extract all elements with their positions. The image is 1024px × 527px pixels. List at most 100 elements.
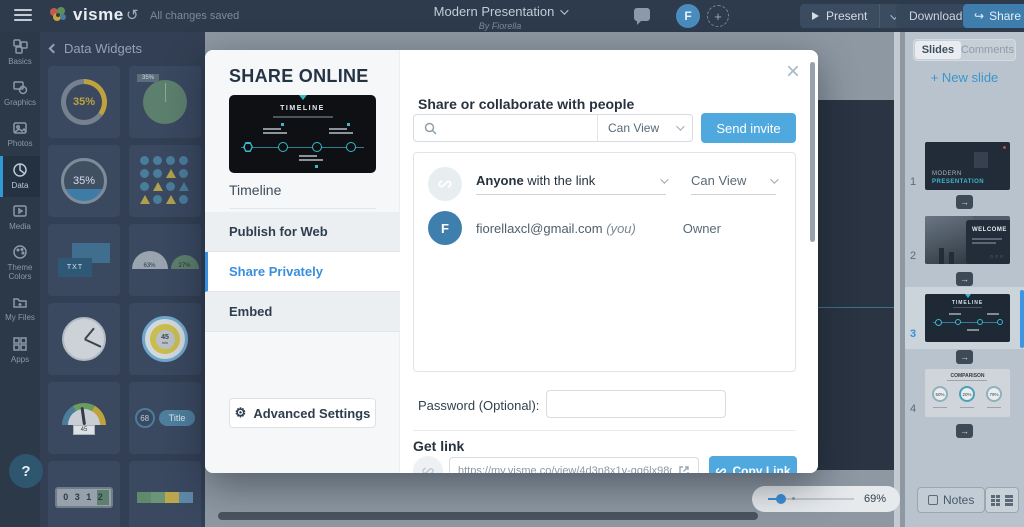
list-view-icon[interactable] — [1005, 495, 1013, 506]
app-window: visme ↺ All changes saved Modern Present… — [0, 0, 1024, 527]
tab-comments[interactable]: Comments — [961, 41, 1014, 59]
palette-icon — [12, 244, 28, 260]
document-title: Modern Presentation — [434, 4, 555, 19]
modal-scrollbar[interactable] — [810, 62, 815, 242]
external-link-icon[interactable] — [678, 465, 690, 473]
advanced-settings-button[interactable]: ⚙ Advanced Settings — [229, 398, 376, 428]
nav-publish-for-web[interactable]: Publish for Web — [205, 212, 400, 252]
modal-right-panel: × Share or collaborate with people Can V… — [401, 50, 818, 473]
invite-permission-select[interactable]: Can View — [597, 115, 692, 141]
widget-odometer[interactable]: 0 3 1 2 — [48, 461, 120, 527]
copy-link-button[interactable]: Copy Link — [709, 456, 797, 473]
user-avatar[interactable]: F — [676, 4, 700, 28]
document-title-menu[interactable]: Modern Presentation — [434, 4, 567, 19]
folder-icon — [12, 294, 28, 310]
tab-slides[interactable]: Slides — [915, 41, 961, 59]
project-preview-thumbnail: TIMELINE — [229, 95, 376, 173]
sidebar-item-my-files[interactable]: My Files — [0, 288, 40, 329]
canvas-slide[interactable] — [810, 100, 895, 470]
notes-icon — [928, 495, 938, 505]
help-button[interactable]: ? — [9, 454, 43, 488]
widget-number-badge[interactable]: 68 Title — [129, 382, 201, 454]
invite-input-group: Can View — [413, 114, 693, 142]
link-icon — [421, 464, 435, 473]
slide-transition-icon[interactable]: → — [956, 424, 973, 438]
close-icon[interactable]: × — [786, 60, 800, 84]
share-button[interactable]: ↪ Share — [963, 4, 1024, 28]
send-invite-button[interactable]: Send invite — [701, 113, 796, 143]
modal-left-panel: SHARE ONLINE TIMELINE Timeli — [205, 50, 400, 473]
widget-speedometer[interactable]: 45 — [48, 382, 120, 454]
widget-clock[interactable] — [48, 303, 120, 375]
widget-text-boxes[interactable]: TXT — [48, 224, 120, 296]
zoom-level: 69% — [864, 493, 886, 505]
slides-panel: Slides Comments + New slide 1 MODERN PRE… — [905, 32, 1024, 527]
sidebar-item-graphics[interactable]: Graphics — [0, 73, 40, 114]
owner-role: Owner — [683, 221, 721, 236]
sidebar-item-photos[interactable]: Photos — [0, 114, 40, 155]
zoom-control: 69% — [752, 486, 900, 512]
widget-donut-gauge[interactable]: 35% — [48, 66, 120, 138]
sidebar-item-apps[interactable]: Apps — [0, 330, 40, 371]
grid-view-icon[interactable] — [991, 495, 1000, 506]
blocks-icon — [12, 38, 28, 54]
chevron-down-icon — [660, 175, 668, 183]
canvas-vertical-scrollbar[interactable] — [894, 32, 900, 527]
sidebar-item-media[interactable]: Media — [0, 197, 40, 238]
search-icon — [424, 122, 437, 135]
photo-icon — [12, 120, 28, 136]
link-permission-dropdown[interactable]: Can View — [691, 173, 776, 195]
nav-embed[interactable]: Embed — [205, 292, 400, 332]
share-online-modal: SHARE ONLINE TIMELINE Timeli — [205, 50, 818, 473]
comments-icon[interactable] — [634, 8, 650, 21]
share-url-field[interactable]: https://my.visme.co/view/4d3n8x1y-qq6lx9… — [449, 457, 699, 473]
logo-text: visme — [73, 5, 124, 25]
share-heading: Share or collaborate with people — [418, 96, 634, 112]
slide-thumbnail-1[interactable]: MODERN PRESENTATION — [925, 142, 1010, 190]
slide-thumbnail-3-selected[interactable]: TIMELINE — [925, 294, 1010, 342]
widget-ring-timer[interactable]: 45min — [129, 303, 201, 375]
link-icon — [437, 176, 453, 192]
invite-email-input[interactable] — [444, 121, 564, 135]
slide-transition-icon[interactable]: → — [956, 272, 973, 286]
widget-segment-bar[interactable] — [129, 461, 201, 527]
document-author: By Fiorella — [400, 21, 600, 31]
slide-thumbnail-2[interactable]: WELCOME ○○○ — [925, 216, 1010, 264]
visme-logo[interactable]: visme — [48, 5, 124, 25]
back-chevron-icon — [49, 44, 59, 54]
slide-transition-icon[interactable]: → — [956, 350, 973, 364]
add-collaborator-button[interactable]: + — [707, 5, 729, 27]
widget-liquid-gauge[interactable]: 35% — [48, 145, 120, 217]
share-arrow-icon: ↪ — [974, 9, 984, 23]
view-toggle[interactable] — [985, 487, 1019, 513]
nav-share-privately[interactable]: Share Privately — [205, 252, 400, 292]
widget-pictograph[interactable] — [129, 145, 201, 217]
present-button[interactable]: Present — [800, 4, 880, 28]
password-input[interactable] — [546, 390, 726, 418]
apps-grid-icon — [12, 336, 28, 352]
left-sidebar: Basics Graphics Photos Data Media Theme … — [0, 32, 40, 527]
pie-chart-icon — [12, 162, 28, 178]
zoom-slider-handle[interactable] — [776, 494, 786, 504]
anyone-with-link-dropdown[interactable]: Anyone with the link — [476, 173, 666, 195]
new-slide-button[interactable]: + New slide — [905, 70, 1024, 85]
sidebar-item-basics[interactable]: Basics — [0, 32, 40, 73]
canvas-horizontal-scrollbar[interactable] — [218, 512, 758, 520]
present-button-group: Present — [800, 4, 906, 28]
slide-thumbnail-4[interactable]: COMPARISON 50% 20% 79% — [925, 369, 1010, 417]
menu-icon[interactable] — [14, 9, 32, 22]
data-widgets-panel: Data Widgets 35% 35% 35% TXT 63% 27% — [40, 32, 205, 527]
panel-tabs: Slides Comments — [913, 39, 1016, 61]
invite-search[interactable] — [414, 115, 597, 141]
widget-half-gauges[interactable]: 63% 27% — [129, 224, 201, 296]
slide-row-2: 2 WELCOME ○○○ — [905, 216, 1024, 264]
share-url: https://my.visme.co/view/4d3n8x1y-qq6lx9… — [458, 465, 672, 473]
undo-icon[interactable]: ↺ — [126, 6, 139, 24]
notes-button[interactable]: Notes — [917, 487, 985, 513]
autosave-status: All changes saved — [150, 10, 239, 22]
slide-transition-icon[interactable]: → — [956, 195, 973, 209]
widgets-panel-header[interactable]: Data Widgets — [40, 32, 205, 62]
sidebar-item-theme-colors[interactable]: Theme Colors — [0, 238, 40, 288]
sidebar-item-data[interactable]: Data — [0, 156, 40, 197]
widget-pie-flag[interactable]: 35% — [129, 66, 201, 138]
